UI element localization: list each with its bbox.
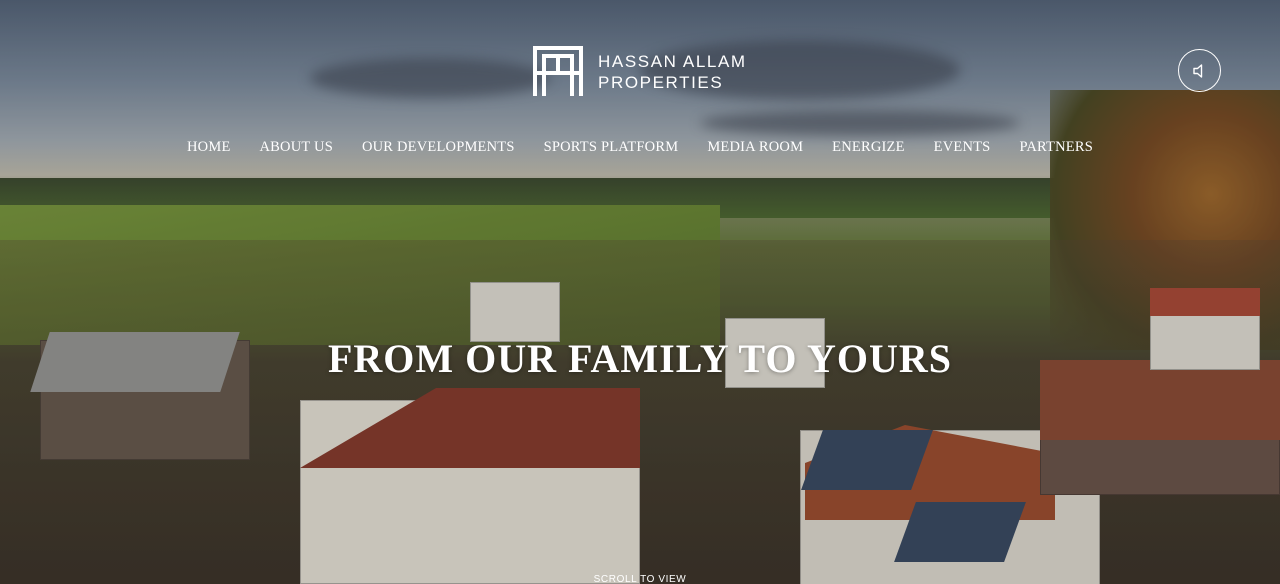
main-navigation: HOME ABOUT US OUR DEVELOPMENTS SPORTS PL… [0, 139, 1280, 156]
nav-item-home[interactable]: HOME [187, 139, 231, 156]
brand-logo[interactable]: HASSAN ALLAM PROPERTIES [532, 46, 747, 98]
nav-item-events[interactable]: EVENTS [934, 139, 991, 156]
nav-item-sports-platform[interactable]: SPORTS PLATFORM [544, 139, 679, 156]
hero-section: HASSAN ALLAM PROPERTIES HOME ABOUT US OU… [0, 0, 1280, 584]
brand-name-line2: PROPERTIES [598, 73, 724, 92]
speaker-icon [1192, 63, 1202, 78]
ha-monogram-icon [532, 46, 584, 98]
nav-item-about-us[interactable]: ABOUT US [260, 139, 333, 156]
brand-name: HASSAN ALLAM PROPERTIES [598, 51, 747, 93]
nav-item-media-room[interactable]: MEDIA ROOM [707, 139, 803, 156]
nav-list: HOME ABOUT US OUR DEVELOPMENTS SPORTS PL… [187, 139, 1093, 156]
sound-toggle-button[interactable] [1178, 49, 1221, 92]
nav-item-our-developments[interactable]: OUR DEVELOPMENTS [362, 139, 515, 156]
scroll-to-view-link[interactable]: SCROLL TO VIEW [0, 574, 1280, 584]
brand-name-line1: HASSAN ALLAM [598, 52, 747, 71]
nav-item-partners[interactable]: PARTNERS [1019, 139, 1093, 156]
nav-item-energize[interactable]: ENERGIZE [832, 139, 904, 156]
hero-headline: FROM OUR FAMILY TO YOURS [327, 336, 953, 381]
